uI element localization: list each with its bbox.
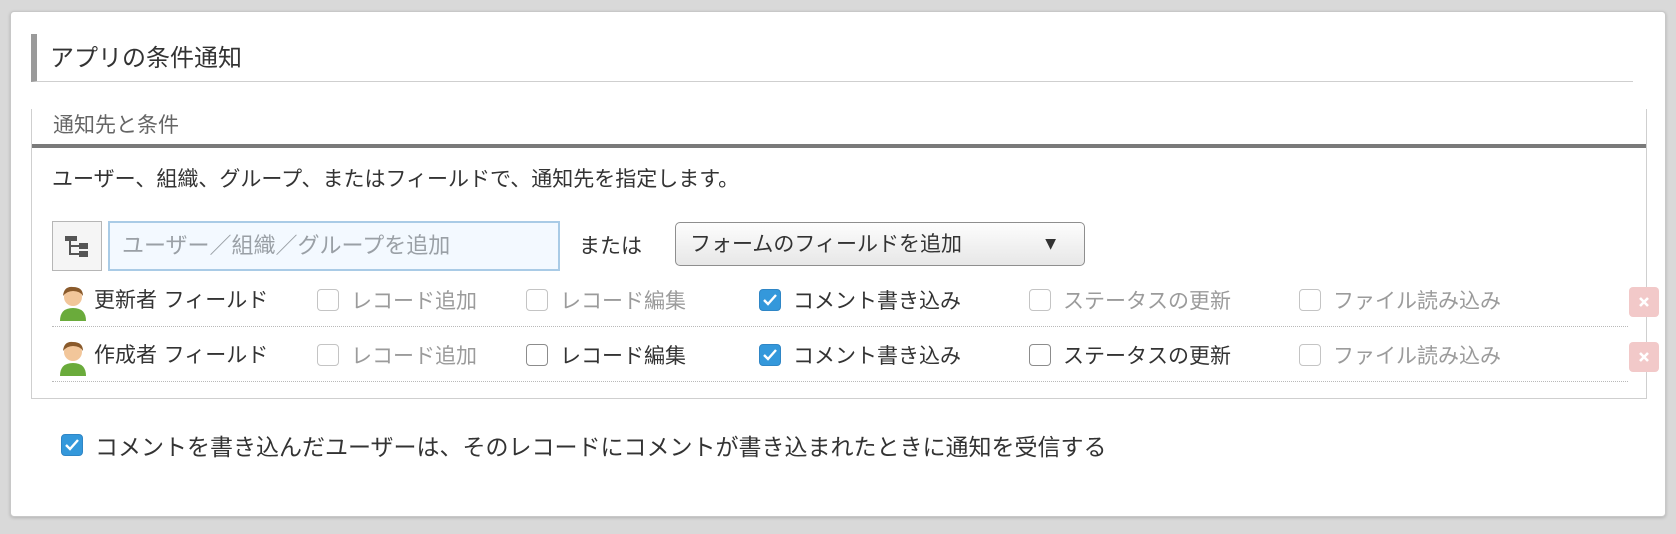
option-label: ファイル読み込み bbox=[1333, 344, 1501, 368]
close-icon bbox=[1639, 352, 1649, 362]
option-record-edit[interactable]: レコード編集 bbox=[526, 273, 686, 327]
option-label: ステータスの更新 bbox=[1063, 289, 1231, 313]
option-label: レコード追加 bbox=[351, 344, 477, 368]
option-record-add[interactable]: レコード追加 bbox=[317, 273, 477, 327]
page-title: アプリの条件通知 bbox=[31, 34, 1633, 82]
option-file-read[interactable]: ファイル読み込み bbox=[1299, 273, 1501, 327]
option-label: コメント書き込み bbox=[793, 344, 961, 368]
delete-row-button[interactable] bbox=[1629, 342, 1659, 372]
checkbox[interactable] bbox=[526, 344, 548, 366]
checkbox-checked[interactable] bbox=[759, 344, 781, 366]
option-label: レコード編集 bbox=[560, 289, 686, 313]
checkbox-checked[interactable] bbox=[61, 434, 83, 456]
checkbox-checked[interactable] bbox=[759, 289, 781, 311]
recipient-field-name: 作成者 フィールド bbox=[94, 343, 269, 367]
notification-card: アプリの条件通知 通知先と条件 ユーザー、組織、グループ、またはフィールドで、通… bbox=[10, 11, 1666, 517]
notify-commenters-option[interactable]: コメントを書き込んだユーザーは、そのレコードにコメントが書き込まれたときに通知を… bbox=[61, 430, 1107, 461]
option-file-read[interactable]: ファイル読み込み bbox=[1299, 328, 1501, 382]
checkbox[interactable] bbox=[317, 289, 339, 311]
org-tree-icon bbox=[65, 236, 88, 257]
org-picker-button[interactable] bbox=[52, 221, 102, 271]
checkbox[interactable] bbox=[1029, 289, 1051, 311]
option-status-update[interactable]: ステータスの更新 bbox=[1029, 273, 1231, 327]
user-avatar-icon bbox=[60, 341, 86, 376]
form-field-select[interactable]: フォームのフィールドを追加 ▼ bbox=[675, 222, 1085, 266]
option-status-update[interactable]: ステータスの更新 bbox=[1029, 328, 1231, 382]
recipient-row-creator: 作成者 フィールド レコード追加 レコード編集 コメント書き込み ステータスの更… bbox=[52, 328, 1659, 382]
checkbox[interactable] bbox=[1299, 289, 1321, 311]
form-field-select-label: フォームのフィールドを追加 bbox=[690, 232, 962, 256]
user-avatar-icon bbox=[60, 286, 86, 321]
checkbox[interactable] bbox=[1299, 344, 1321, 366]
option-label: ファイル読み込み bbox=[1333, 289, 1501, 313]
checkbox[interactable] bbox=[317, 344, 339, 366]
option-comment-post[interactable]: コメント書き込み bbox=[759, 273, 961, 327]
delete-row-button[interactable] bbox=[1629, 287, 1659, 317]
notify-commenters-label: コメントを書き込んだユーザーは、そのレコードにコメントが書き込まれたときに通知を… bbox=[95, 435, 1107, 461]
option-label: レコード編集 bbox=[560, 344, 686, 368]
check-icon bbox=[763, 294, 777, 306]
checkbox[interactable] bbox=[526, 289, 548, 311]
check-icon bbox=[763, 349, 777, 361]
recipients-section: 通知先と条件 ユーザー、組織、グループ、またはフィールドで、通知先を指定します。… bbox=[31, 109, 1659, 399]
check-icon bbox=[65, 439, 79, 451]
option-record-add[interactable]: レコード追加 bbox=[317, 328, 477, 382]
close-icon bbox=[1639, 297, 1649, 307]
section-header: 通知先と条件 bbox=[32, 109, 1646, 148]
recipient-row-updater: 更新者 フィールド レコード追加 レコード編集 コメント書き込み ステータスの更… bbox=[52, 273, 1659, 327]
option-label: ステータスの更新 bbox=[1063, 344, 1231, 368]
checkbox[interactable] bbox=[1029, 344, 1051, 366]
section-description: ユーザー、組織、グループ、またはフィールドで、通知先を指定します。 bbox=[52, 167, 740, 191]
option-label: コメント書き込み bbox=[793, 289, 961, 313]
option-label: レコード追加 bbox=[351, 289, 477, 313]
option-record-edit[interactable]: レコード編集 bbox=[526, 328, 686, 382]
recipient-field-name: 更新者 フィールド bbox=[94, 288, 269, 312]
option-comment-post[interactable]: コメント書き込み bbox=[759, 328, 961, 382]
recipient-search-input[interactable] bbox=[108, 221, 560, 271]
caret-down-icon: ▼ bbox=[1045, 236, 1056, 252]
or-label: または bbox=[579, 234, 642, 258]
